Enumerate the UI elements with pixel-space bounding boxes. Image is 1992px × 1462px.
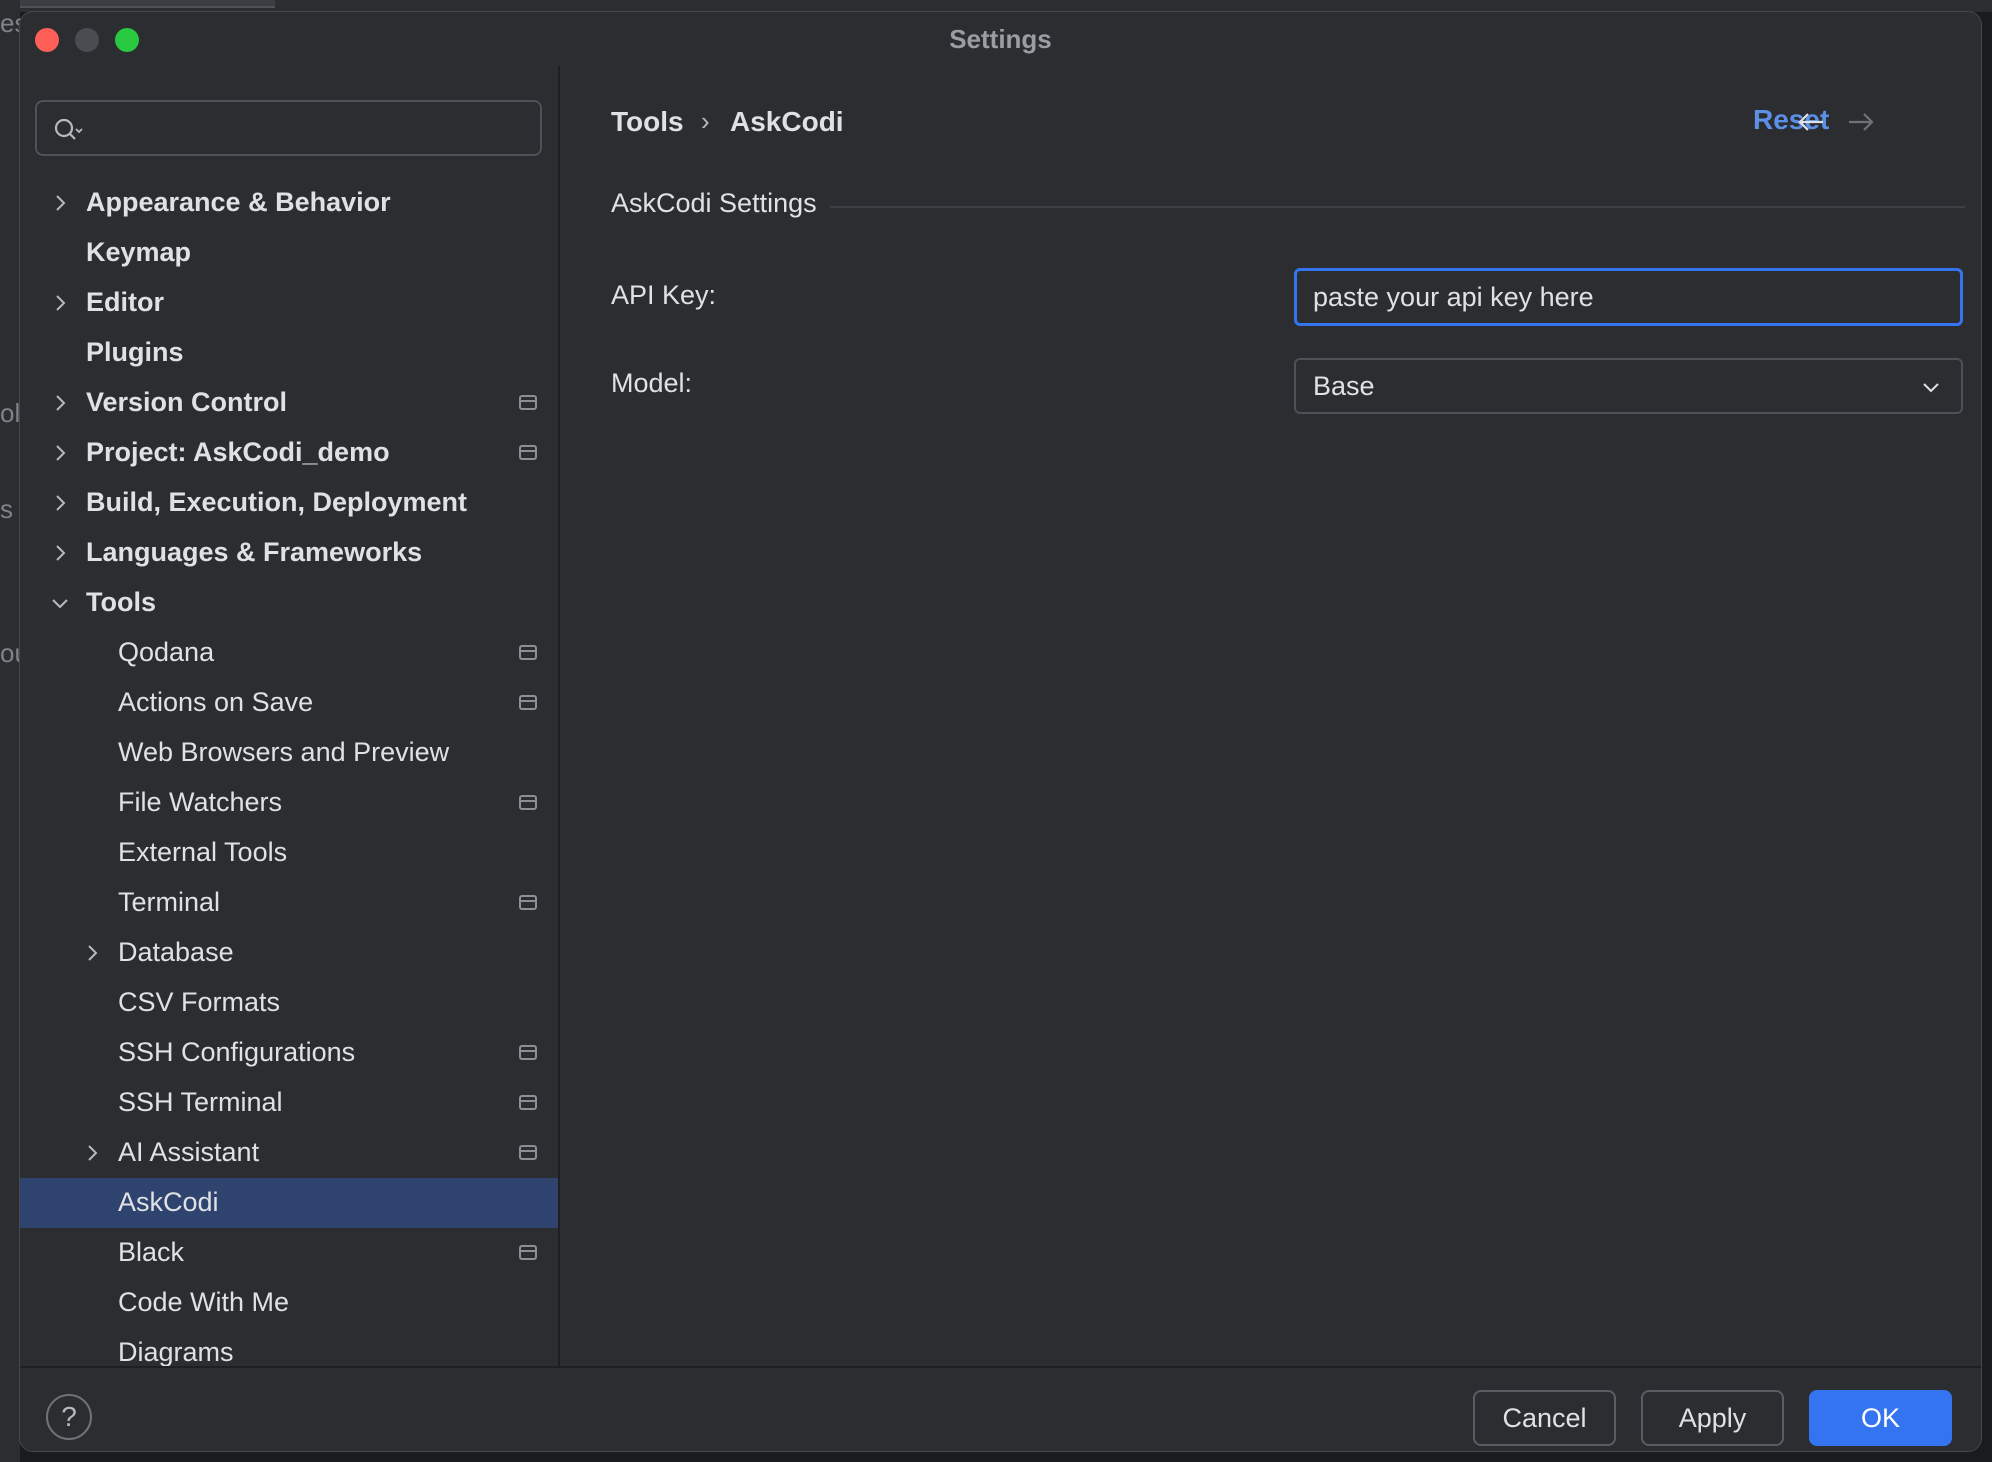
breadcrumb-separator: ›	[701, 106, 710, 136]
sidebar-item-csv-formats[interactable]: CSV Formats	[20, 978, 558, 1028]
project-level-icon	[519, 1045, 537, 1060]
sidebar-item-label: Languages & Frameworks	[86, 537, 423, 567]
settings-dialog: Settings Appearance & Behavior Keymap Edit…	[19, 11, 1982, 1452]
sidebar-item-ssh-terminal[interactable]: SSH Terminal	[20, 1078, 558, 1128]
api-key-label: API Key:	[611, 280, 717, 310]
settings-search-box[interactable]	[35, 100, 542, 156]
ok-button[interactable]: OK	[1809, 1390, 1952, 1446]
sidebar-item-diagrams[interactable]: Diagrams	[20, 1328, 558, 1366]
sidebar-item-label: Web Browsers and Preview	[118, 737, 450, 767]
cancel-button[interactable]: Cancel	[1473, 1390, 1616, 1446]
sidebar-item-label: Keymap	[86, 237, 192, 267]
sidebar-item-plugins[interactable]: Plugins	[20, 328, 558, 378]
sidebar-item-label: Qodana	[118, 637, 215, 667]
section-divider	[830, 206, 1965, 208]
sidebar-item-appearance-behavior[interactable]: Appearance & Behavior	[20, 178, 558, 228]
sidebar-item-qodana[interactable]: Qodana	[20, 628, 558, 678]
sidebar-item-label: Black	[118, 1237, 185, 1267]
breadcrumb-current: AskCodi	[730, 106, 844, 137]
project-level-icon	[519, 1095, 537, 1110]
sidebar-item-external-tools[interactable]: External Tools	[20, 828, 558, 878]
sidebar-item-keymap[interactable]: Keymap	[20, 228, 558, 278]
model-select[interactable]: Base	[1294, 358, 1963, 414]
section-title: AskCodi Settings	[611, 188, 817, 218]
sidebar-item-editor[interactable]: Editor	[20, 278, 558, 328]
sidebar-item-build-execution-deployment[interactable]: Build, Execution, Deployment	[20, 478, 558, 528]
background-editor	[0, 0, 20, 1462]
chevron-right-icon[interactable]	[50, 393, 70, 413]
settings-search-input[interactable]	[97, 110, 527, 146]
chevron-right-icon[interactable]	[82, 943, 102, 963]
sidebar-item-file-watchers[interactable]: File Watchers	[20, 778, 558, 828]
sidebar-item-askcodi[interactable]: AskCodi	[20, 1178, 558, 1228]
help-button[interactable]: ?	[46, 1394, 92, 1440]
project-level-icon	[519, 1145, 537, 1160]
chevron-right-icon[interactable]	[82, 1143, 102, 1163]
sidebar-item-label: Tools	[86, 587, 156, 617]
chevron-right-icon[interactable]	[50, 493, 70, 513]
sidebar-item-label: SSH Terminal	[118, 1087, 283, 1117]
search-icon	[54, 118, 83, 140]
sidebar-item-black[interactable]: Black	[20, 1228, 558, 1278]
sidebar-item-label: CSV Formats	[118, 987, 281, 1017]
apply-button[interactable]: Apply	[1641, 1390, 1784, 1446]
chevron-down-icon[interactable]	[50, 593, 70, 613]
sidebar-item-languages-frameworks[interactable]: Languages & Frameworks	[20, 528, 558, 578]
sidebar-item-ai-assistant[interactable]: AI Assistant	[20, 1128, 558, 1178]
sidebar-item-terminal[interactable]: Terminal	[20, 878, 558, 928]
sidebar-item-label: Build, Execution, Deployment	[86, 487, 468, 517]
sidebar-item-actions-on-save[interactable]: Actions on Save	[20, 678, 558, 728]
sidebar-item-version-control[interactable]: Version Control	[20, 378, 558, 428]
sidebar-item-label: Terminal	[118, 887, 221, 917]
project-level-icon	[519, 645, 537, 660]
chevron-down-icon	[1923, 383, 1939, 393]
arrow-left-icon[interactable]	[1796, 110, 1826, 134]
window-title: Settings	[949, 24, 1052, 54]
chevron-right-icon[interactable]	[50, 543, 70, 563]
sidebar-item-label: Editor	[86, 287, 164, 317]
sidebar-item-code-with-me[interactable]: Code With Me	[20, 1278, 558, 1328]
dialog-footer: ? Cancel Apply OK	[20, 1366, 1981, 1451]
sidebar-item-label: Actions on Save	[118, 687, 314, 717]
model-selected-value: Base	[1313, 371, 1375, 401]
sidebar-item-label: SSH Configurations	[118, 1037, 356, 1067]
project-level-icon	[519, 695, 537, 710]
sidebar-item-database[interactable]: Database	[20, 928, 558, 978]
project-level-icon	[519, 395, 537, 410]
sidebar-item-project-askcodi-demo[interactable]: Project: AskCodi_demo	[20, 428, 558, 478]
project-level-icon	[519, 795, 537, 810]
project-level-icon	[519, 895, 537, 910]
sidebar-item-label: AI Assistant	[118, 1137, 260, 1167]
background-tab	[0, 0, 275, 8]
sidebar-item-label: External Tools	[118, 837, 288, 867]
chevron-right-icon[interactable]	[50, 293, 70, 313]
sidebar-item-label: Version Control	[86, 387, 288, 417]
model-label: Model:	[611, 368, 693, 398]
sidebar-item-label: Diagrams	[118, 1337, 234, 1366]
sidebar-item-ssh-configurations[interactable]: SSH Configurations	[20, 1028, 558, 1078]
breadcrumb-parent[interactable]: Tools	[611, 106, 684, 138]
sidebar-item-label: Appearance & Behavior	[86, 187, 391, 217]
sidebar-item-label: Project: AskCodi_demo	[86, 437, 390, 467]
project-level-icon	[519, 445, 537, 460]
background-text: ol	[0, 398, 21, 428]
background-text: s	[0, 494, 13, 524]
sidebar-item-label: File Watchers	[118, 787, 283, 817]
arrow-right-icon[interactable]	[1846, 110, 1876, 134]
sidebar-item-tools[interactable]: Tools	[20, 578, 558, 628]
title-bar: Settings	[20, 12, 1981, 66]
chevron-right-icon[interactable]	[50, 193, 70, 213]
api-key-input[interactable]	[1294, 268, 1963, 326]
project-level-icon	[519, 1245, 537, 1260]
sidebar-item-web-browsers-and-preview[interactable]: Web Browsers and Preview	[20, 728, 558, 778]
chevron-right-icon[interactable]	[50, 443, 70, 463]
sidebar-item-label: AskCodi	[118, 1187, 219, 1217]
sidebar-item-label: Plugins	[86, 337, 184, 367]
sidebar-item-label: Database	[118, 937, 234, 967]
sidebar-item-label: Code With Me	[118, 1287, 290, 1317]
settings-content: Tools › AskCodi Reset AskCodi Settings A…	[560, 66, 1981, 1366]
settings-sidebar: Appearance & Behavior Keymap Editor Plugins…	[20, 66, 558, 1366]
